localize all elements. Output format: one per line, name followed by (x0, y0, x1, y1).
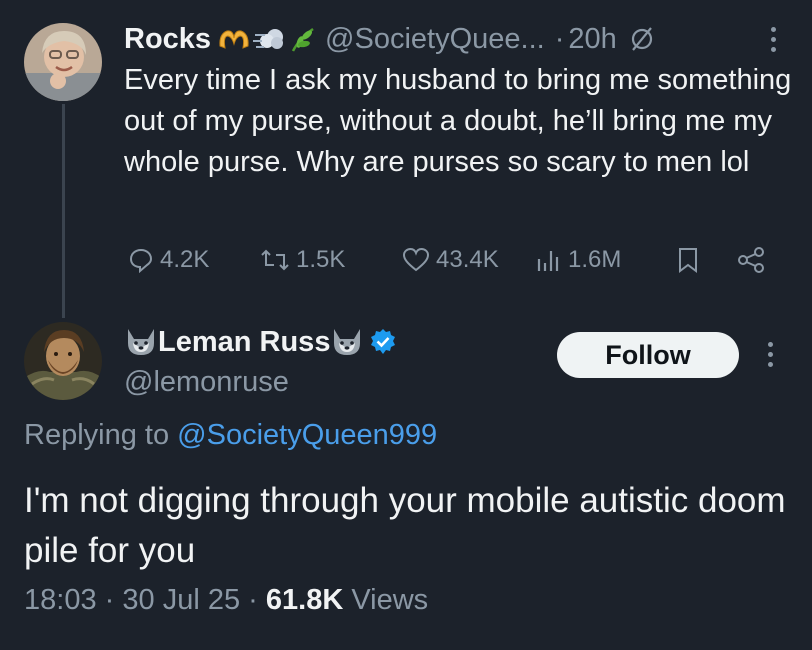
views-button[interactable]: 1.6M (536, 246, 621, 274)
like-count: 43.4K (436, 246, 499, 273)
reply-button[interactable]: 4.2K (128, 246, 209, 274)
separator-dot: · (554, 22, 565, 55)
repost-icon (261, 249, 289, 271)
author-handle[interactable]: @SocietyQuee... (325, 23, 545, 56)
post-date[interactable]: 30 Jul 25 (122, 584, 240, 616)
avatar-leman-russ[interactable] (24, 322, 102, 400)
separator-dot: · (248, 584, 258, 616)
reply-author-handle[interactable]: @lemonruse (124, 362, 398, 402)
reply-icon (129, 248, 153, 273)
reply-author-display-name[interactable]: Leman Russ (158, 326, 330, 359)
replying-to-mention-link[interactable]: @SocietyQueen999 (177, 419, 437, 451)
share-button[interactable] (736, 246, 766, 274)
dash-icon (253, 29, 284, 49)
original-tweet[interactable]: Rocks @SocietyQuee... · 20h Every time I… (124, 18, 794, 183)
post-time[interactable]: 18:03 (24, 584, 97, 616)
reply-author-name-row[interactable]: Leman Russ (124, 322, 398, 362)
post-views-count: 61.8K (265, 584, 344, 616)
post-views-label: Views (351, 584, 429, 616)
wolf-icon (128, 329, 154, 355)
reply-tweet-header: Leman Russ @lemonruse (124, 322, 398, 402)
heart-icon (402, 247, 430, 272)
grok-icon[interactable] (629, 26, 655, 52)
more-options-icon[interactable] (768, 342, 773, 367)
separator-dot: · (104, 584, 115, 616)
verified-badge-icon (371, 329, 396, 354)
author-display-name[interactable]: Rocks (124, 23, 211, 56)
replying-to-line: Replying to @SocietyQueen999 (24, 419, 437, 452)
tweet-header: Rocks @SocietyQuee... · 20h (124, 18, 794, 60)
views-bar-chart-icon (537, 251, 559, 271)
more-options-icon[interactable] (771, 26, 776, 52)
reply-count: 4.2K (160, 246, 210, 273)
herb-icon (291, 27, 314, 52)
avatar-rocks[interactable] (24, 23, 102, 101)
views-count: 1.6M (568, 246, 622, 273)
repost-count: 1.5K (296, 246, 346, 273)
name-emojis (217, 25, 317, 53)
repost-button[interactable]: 1.5K (260, 246, 345, 274)
thread-connector-line (62, 104, 65, 318)
follow-button[interactable]: Follow (557, 332, 739, 378)
replying-to-prefix: Replying to (24, 419, 170, 451)
like-button[interactable]: 43.4K (402, 246, 499, 274)
wolf-icon (334, 329, 361, 355)
heart-hands-icon (219, 30, 249, 49)
share-icon (738, 247, 764, 273)
tweet-metadata: 18:03 · 30 Jul 25 · 61.8K Views (24, 584, 428, 617)
tweet-time[interactable]: 20h (568, 23, 616, 56)
tweet-text: Every time I ask my husband to bring me … (124, 64, 792, 178)
tweet-actions: 4.2K 1.5K 43.4K 1.6M (124, 240, 784, 280)
reply-tweet-text: I'm not digging through your mobile auti… (24, 481, 786, 570)
bookmark-icon (679, 248, 697, 273)
bookmark-button[interactable] (676, 246, 700, 274)
